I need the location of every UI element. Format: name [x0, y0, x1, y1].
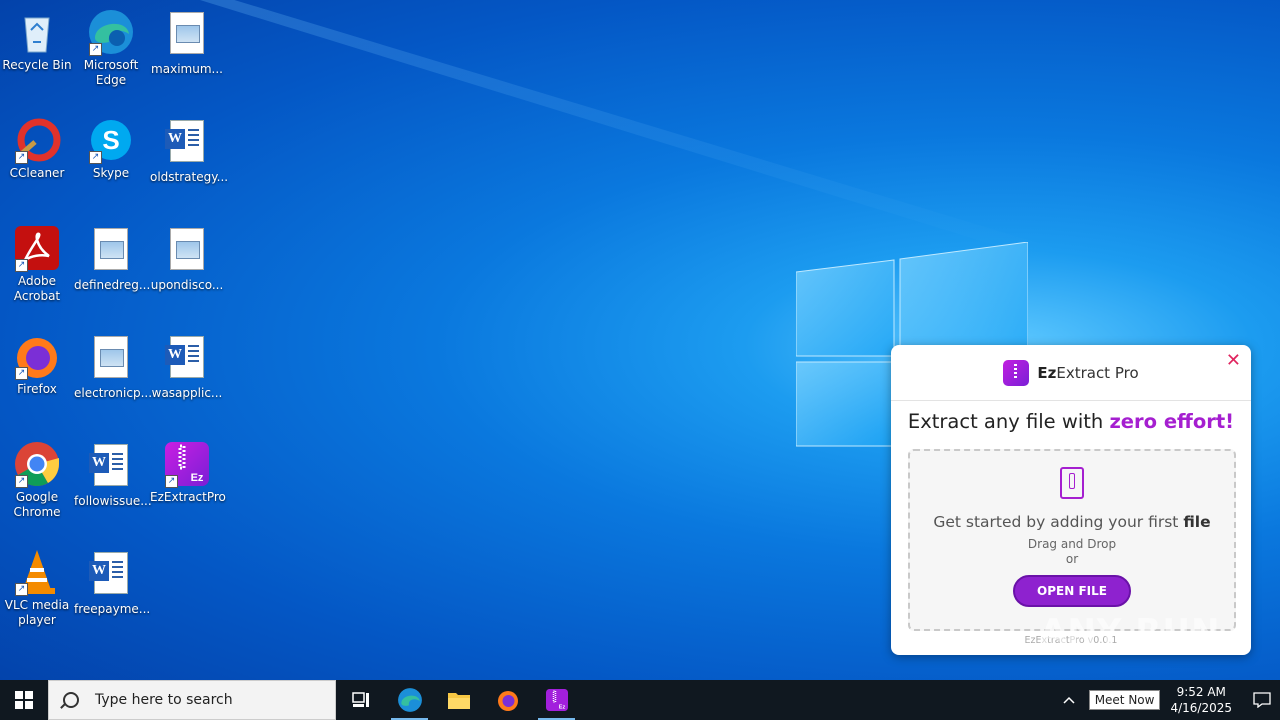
- desktop-icon-vlc[interactable]: ↗ VLC media player: [0, 548, 74, 628]
- shortcut-arrow-icon: ↗: [89, 151, 102, 164]
- recycle-bin-icon: [13, 8, 61, 56]
- chrome-icon: ↗: [13, 440, 61, 488]
- ezextractpro-icon: Ez ↗: [163, 440, 211, 488]
- ccleaner-icon: ↗: [13, 116, 61, 164]
- ezextract-popup: EzExtract Pro ✕ Extract any file with ze…: [891, 345, 1251, 655]
- edge-icon: ↗: [87, 8, 135, 56]
- drop-zone[interactable]: Get started by adding your first file Dr…: [908, 449, 1236, 631]
- desktop-icon-firefox[interactable]: ↗ Firefox: [0, 332, 74, 397]
- word-document-icon: W: [87, 444, 135, 492]
- popup-header: EzExtract Pro: [891, 345, 1251, 401]
- image-file-icon: [87, 336, 135, 384]
- image-file-icon: [87, 228, 135, 276]
- shortcut-arrow-icon: ↗: [15, 259, 28, 272]
- svg-text:Ez: Ez: [191, 472, 204, 484]
- start-button[interactable]: [0, 680, 48, 720]
- image-file-icon: [163, 228, 211, 276]
- brand-name: EzExtract Pro: [1037, 363, 1139, 382]
- taskbar-firefox[interactable]: [483, 680, 532, 720]
- desktop-icon-skype[interactable]: S ↗ Skype: [74, 116, 148, 181]
- desktop-icon-maximum[interactable]: maximum...: [150, 8, 224, 77]
- desktop-icon-freepayme[interactable]: W freepayme...: [74, 548, 150, 617]
- desktop-icon-microsoft-edge[interactable]: ↗ Microsoft Edge: [74, 8, 148, 88]
- popup-headline: Extract any file with zero effort!: [907, 410, 1235, 433]
- taskbar-file-explorer[interactable]: [434, 680, 483, 720]
- taskbar: Type here to search Ez Meet Now 9:52 AM …: [0, 680, 1280, 720]
- svg-text:Ez: Ez: [558, 705, 565, 711]
- skype-icon: S ↗: [87, 116, 135, 164]
- notification-icon: [1253, 692, 1271, 708]
- desktop-icon-electronicp[interactable]: electronicp...: [74, 332, 152, 401]
- word-document-icon: W: [163, 120, 211, 168]
- shortcut-arrow-icon: ↗: [15, 367, 28, 380]
- zip-file-icon: [1060, 467, 1084, 499]
- shortcut-arrow-icon: ↗: [15, 475, 28, 488]
- drop-prompt: Get started by adding your first file: [933, 513, 1211, 531]
- system-tray: Meet Now 9:52 AM 4/16/2025: [1049, 680, 1280, 720]
- shortcut-arrow-icon: ↗: [15, 583, 28, 596]
- ezextract-logo-icon: [1003, 359, 1030, 386]
- taskbar-edge[interactable]: [385, 680, 434, 720]
- desktop-icon-google-chrome[interactable]: ↗ Google Chrome: [0, 440, 74, 520]
- desktop-icon-upondisco[interactable]: upondisco...: [150, 224, 224, 293]
- drag-drop-text: Drag and Drop or: [1027, 537, 1117, 566]
- task-view-icon: [351, 692, 369, 707]
- windows-start-icon: [15, 691, 33, 709]
- edge-icon: [397, 688, 422, 712]
- desktop-icon-recycle-bin[interactable]: Recycle Bin: [0, 8, 74, 73]
- desktop-icon-ezextractpro[interactable]: Ez ↗ EzExtractPro: [150, 440, 226, 505]
- meet-now-button[interactable]: Meet Now: [1088, 690, 1161, 710]
- task-view-button[interactable]: [336, 680, 385, 720]
- desktop-icon-followissue[interactable]: W followissue...: [74, 440, 152, 509]
- word-document-icon: W: [163, 336, 211, 384]
- action-center-button[interactable]: [1244, 680, 1280, 720]
- shortcut-arrow-icon: ↗: [165, 475, 178, 488]
- desktop-icon-adobe-acrobat[interactable]: ↗ Adobe Acrobat: [0, 224, 74, 304]
- light-beam: [200, 0, 1060, 260]
- chevron-up-icon: [1063, 696, 1075, 704]
- desktop-icon-wasapplic[interactable]: W wasapplic...: [150, 332, 224, 401]
- show-hidden-icons-button[interactable]: [1049, 680, 1089, 720]
- taskbar-search-box[interactable]: Type here to search: [48, 680, 336, 720]
- svg-text:S: S: [102, 125, 119, 155]
- open-file-button[interactable]: OPEN FILE: [1013, 575, 1131, 607]
- desktop-icon-oldstrategy[interactable]: W oldstrategy...: [150, 116, 228, 185]
- search-placeholder: Type here to search: [95, 692, 233, 708]
- desktop-icon-definedreg[interactable]: definedreg...: [74, 224, 150, 293]
- anyrun-watermark: ANY RUN: [1040, 612, 1221, 652]
- firefox-icon: [497, 691, 518, 711]
- vlc-cone-icon: ↗: [13, 548, 61, 596]
- shortcut-arrow-icon: ↗: [15, 151, 28, 164]
- close-icon[interactable]: ✕: [1226, 350, 1241, 371]
- image-file-icon: [163, 12, 211, 60]
- acrobat-icon: ↗: [13, 224, 61, 272]
- word-document-icon: W: [87, 552, 135, 600]
- ezextractpro-icon: Ez: [545, 689, 568, 711]
- folder-icon: [447, 693, 470, 709]
- clock[interactable]: 9:52 AM 4/16/2025: [1170, 684, 1232, 716]
- taskbar-ezextractpro[interactable]: Ez: [532, 680, 581, 720]
- shortcut-arrow-icon: ↗: [89, 43, 102, 56]
- search-icon: [63, 692, 79, 708]
- firefox-icon: ↗: [13, 332, 61, 380]
- desktop-icon-ccleaner[interactable]: ↗ CCleaner: [0, 116, 74, 181]
